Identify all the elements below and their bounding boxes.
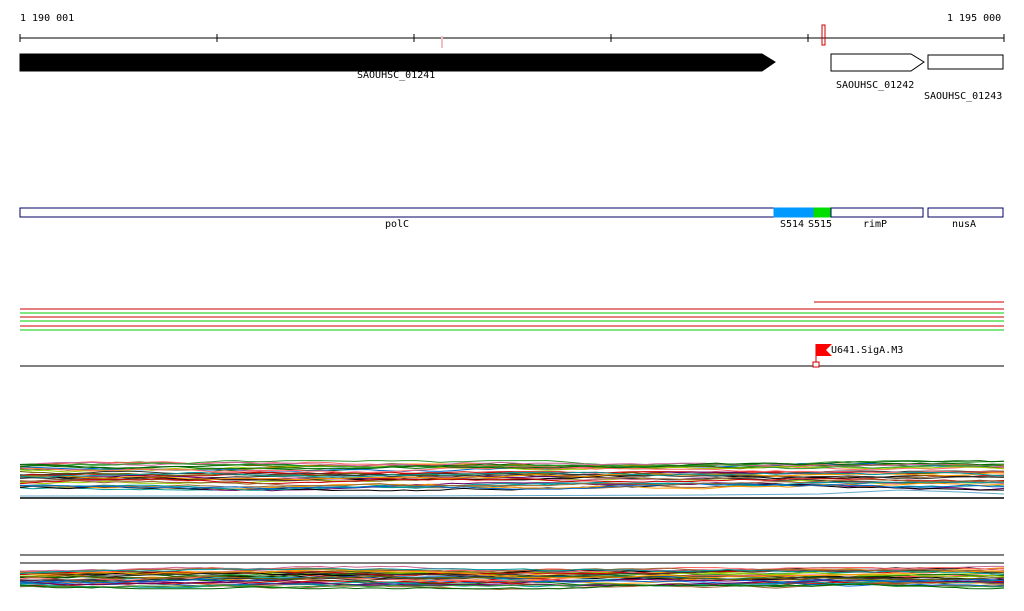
- marker-anchor: [812, 361, 820, 368]
- expression-profile-line: [20, 489, 1005, 497]
- ruler-end-label: 1 195 000: [947, 13, 1002, 24]
- segment-label-s515: S515: [808, 219, 833, 230]
- marker-label: U641.SigA.M3: [831, 345, 904, 356]
- coordinate-ruler: [19, 24, 1005, 48]
- expression-track-1: [19, 460, 1005, 499]
- gene-arrow-saouhsc-01241[interactable]: [19, 53, 776, 72]
- ruler-faint-marker: [441, 36, 443, 48]
- expression-profiles-1: [19, 460, 1005, 497]
- feature-lines-track: [20, 301, 1004, 331]
- segment-label-polc: polC: [385, 219, 410, 230]
- segment-s515[interactable]: [813, 207, 832, 218]
- segment-polc[interactable]: [19, 207, 775, 218]
- gene-arrow-saouhsc-01243[interactable]: [927, 54, 1004, 70]
- expression-profiles-2: [19, 565, 1005, 591]
- ruler-start-label: 1 190 001: [20, 13, 75, 24]
- gene-arrow-saouhsc-01242[interactable]: [830, 53, 925, 72]
- segment-track: [19, 207, 1004, 218]
- gene-label-saouhsc-01243: SAOUHSC_01243: [924, 91, 1003, 102]
- segment-label-nusa: nusA: [952, 219, 977, 230]
- segment-label-rimp: rimP: [863, 219, 888, 230]
- segment-label-s514: S514: [780, 219, 805, 230]
- gene-track: [19, 53, 1004, 72]
- segment-s514[interactable]: [773, 207, 815, 218]
- expression-track-2: [19, 554, 1005, 591]
- segment-rimp[interactable]: [830, 207, 924, 218]
- segment-nusa[interactable]: [927, 207, 1004, 218]
- gene-label-saouhsc-01241: SAOUHSC_01241: [357, 70, 436, 81]
- marker-flag-icon[interactable]: [816, 344, 832, 356]
- gene-label-saouhsc-01242: SAOUHSC_01242: [836, 80, 915, 91]
- ruler-highlight-marker: [821, 24, 826, 46]
